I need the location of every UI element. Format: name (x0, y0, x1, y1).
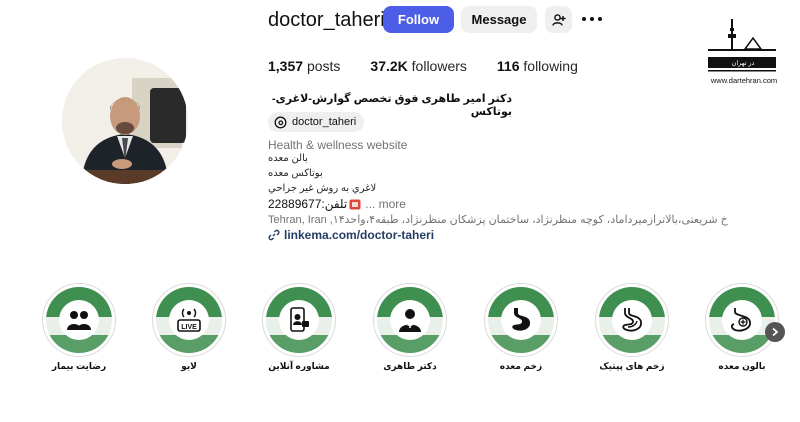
message-button[interactable]: Message (461, 6, 537, 33)
story-highlight[interactable]: LIVE لایو (152, 283, 228, 372)
phone-emoji-icon (349, 199, 361, 209)
bio-line: بوتاکس معده (268, 168, 323, 179)
phone-consult-icon (290, 307, 309, 332)
chevron-right-icon (772, 327, 779, 337)
live-icon: LIVE (177, 308, 201, 332)
threads-handle: doctor_taheri (292, 116, 357, 128)
bio-phone: تلفن:22889677 (268, 197, 348, 211)
following-stat[interactable]: 116 following (497, 57, 578, 75)
doctor-icon (399, 309, 421, 332)
profile-category: Health & wellness website (268, 138, 408, 152)
profile-link-text: linkema.com/doctor-taheri (284, 228, 435, 242)
threads-icon (274, 116, 287, 128)
highlight-label: لایو (181, 361, 197, 371)
dartehran-logo (705, 16, 780, 84)
people-icon (67, 311, 91, 330)
follow-button[interactable]: Follow (383, 6, 454, 33)
bio-address: Tehran, Iran ,خ شریعتی،بالاترازمیرداماد،… (268, 214, 728, 226)
highlight-label: زخم معده (499, 361, 543, 371)
add-person-icon (551, 13, 565, 26)
logo-url: www.dartehran.com (710, 76, 778, 85)
bio-phone-line: تلفن:22889677 ... more (268, 197, 406, 211)
story-highlight[interactable]: مشاوره آنلاین (262, 283, 338, 372)
followers-stat[interactable]: 37.2K followers (370, 57, 467, 75)
profile-link[interactable]: linkema.com/doctor-taheri (268, 228, 434, 242)
profile-avatar[interactable] (62, 58, 188, 184)
highlight-label: رضایت بیمار (51, 361, 107, 371)
profile-stats: 1,357 posts 37.2K followers 116 followin… (268, 57, 578, 75)
highlight-label: دکتر طاهری (383, 361, 437, 371)
suggested-accounts-button[interactable] (545, 6, 572, 33)
highlight-label: بالون معده (718, 361, 766, 371)
bio-line: بالن معده (268, 153, 308, 164)
balloon-icon (730, 308, 751, 332)
highlight-label: زخم های پپتیک (599, 361, 665, 371)
story-highlight[interactable]: رضایت بیمار (42, 283, 118, 372)
story-highlight[interactable]: زخم معده (484, 283, 560, 372)
story-highlight[interactable]: دکتر طاهری (373, 283, 449, 372)
stomach-ulcer-icon (622, 308, 642, 332)
highlight-label: مشاوره آنلاین (268, 361, 330, 371)
posts-stat: 1,357 posts (268, 58, 341, 74)
tower-skyline-logo (708, 19, 776, 72)
link-icon (268, 229, 280, 241)
more-link[interactable]: ... more (365, 197, 406, 211)
highlights-next-button[interactable] (765, 322, 785, 342)
logo-brand-text: در تهران (731, 60, 755, 67)
profile-username: doctor_taheri (268, 9, 385, 31)
story-highlight[interactable]: زخم های پپتیک (595, 283, 671, 372)
stomach-icon (512, 308, 531, 331)
bio-line: لاغري به روش غير جراحي (268, 183, 377, 194)
threads-badge[interactable]: doctor_taheri (268, 112, 365, 132)
avatar-photo (62, 58, 188, 184)
svg-text:LIVE: LIVE (181, 324, 197, 331)
more-options-icon[interactable] (582, 10, 602, 28)
